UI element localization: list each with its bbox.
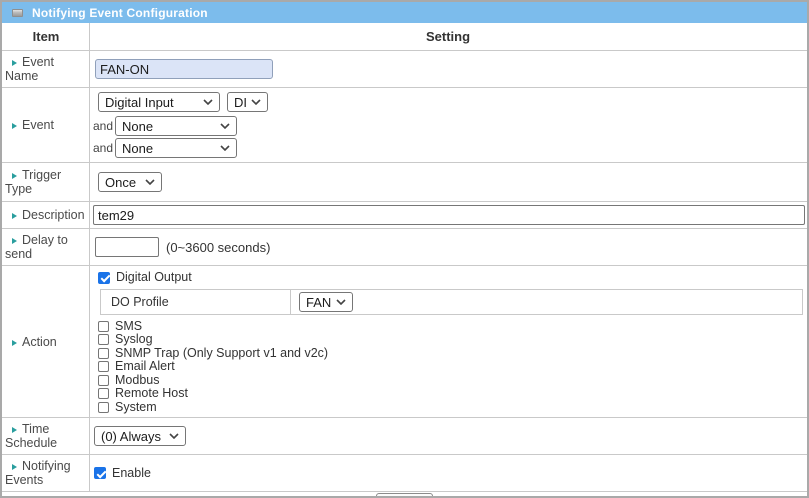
delay-hint: (0~3600 seconds) xyxy=(166,240,270,255)
system-checkbox[interactable] xyxy=(98,402,109,413)
row-notifying-events: Notifying Events Enable xyxy=(2,455,807,492)
column-header-setting: Setting xyxy=(426,29,470,44)
event-subtype-select[interactable]: DI xyxy=(227,92,268,112)
chevron-down-icon xyxy=(220,145,230,151)
save-row: Save xyxy=(2,492,807,498)
titlebar: Notifying Event Configuration xyxy=(2,2,807,23)
time-schedule-select[interactable]: (0) Always xyxy=(94,426,186,446)
row-time-schedule: Time Schedule (0) Always xyxy=(2,418,807,455)
event-type-select[interactable]: Digital Input xyxy=(98,92,220,112)
delay-label-cell: Delay to send xyxy=(2,229,90,265)
event-and2-select[interactable]: None xyxy=(115,138,237,158)
chevron-down-icon xyxy=(145,179,155,185)
action-label-cell: Action xyxy=(2,266,90,417)
event-name-input[interactable] xyxy=(95,59,273,79)
window-panel-icon xyxy=(12,9,23,17)
save-button[interactable]: Save xyxy=(376,493,434,498)
chevron-down-icon xyxy=(203,99,213,105)
column-header-item: Item xyxy=(33,29,60,44)
column-header-setting-cell: Setting xyxy=(90,23,807,50)
row-description: Description xyxy=(2,202,807,229)
row-event: Event Digital Input DI and None xyxy=(2,88,807,163)
bullet-arrow-icon xyxy=(12,427,17,433)
snmp-trap-checkbox-row[interactable]: SNMP Trap (Only Support v1 and v2c) xyxy=(98,346,803,360)
and-label: and xyxy=(93,119,115,133)
system-checkbox-row[interactable]: System xyxy=(98,400,803,414)
row-trigger-type: Trigger Type Once xyxy=(2,163,807,202)
bullet-arrow-icon xyxy=(12,60,17,66)
bullet-arrow-icon xyxy=(12,213,17,219)
chevron-down-icon xyxy=(336,299,346,305)
remote-host-checkbox-row[interactable]: Remote Host xyxy=(98,387,803,401)
do-profile-select[interactable]: FAN xyxy=(299,292,353,312)
enable-checkbox-row[interactable]: Enable xyxy=(94,467,803,480)
bullet-arrow-icon xyxy=(12,238,17,244)
modbus-checkbox[interactable] xyxy=(98,375,109,386)
trigger-type-label-cell: Trigger Type xyxy=(2,163,90,201)
bullet-arrow-icon xyxy=(12,340,17,346)
row-event-name: Event Name xyxy=(2,51,807,88)
event-label-cell: Event xyxy=(2,88,90,162)
snmp-trap-checkbox[interactable] xyxy=(98,348,109,359)
sms-checkbox-row[interactable]: SMS xyxy=(98,319,803,333)
event-and1-select[interactable]: None xyxy=(115,116,237,136)
modbus-checkbox-row[interactable]: Modbus xyxy=(98,373,803,387)
action-options-list: SMS Syslog SNMP Trap (Only Support v1 an… xyxy=(98,319,803,414)
digital-output-checkbox-row[interactable]: Digital Output xyxy=(98,269,803,286)
trigger-type-select[interactable]: Once xyxy=(98,172,162,192)
description-label: Description xyxy=(22,208,85,222)
email-alert-checkbox-row[interactable]: Email Alert xyxy=(98,360,803,374)
event-name-label-cell: Event Name xyxy=(2,51,90,87)
bullet-arrow-icon xyxy=(12,173,17,179)
event-label: Event xyxy=(22,118,54,132)
description-input[interactable] xyxy=(93,205,805,225)
remote-host-checkbox[interactable] xyxy=(98,388,109,399)
syslog-checkbox-row[interactable]: Syslog xyxy=(98,333,803,347)
do-profile-subtable: DO Profile FAN xyxy=(100,289,803,315)
delay-input[interactable] xyxy=(95,237,159,257)
enable-label: Enable xyxy=(112,467,151,480)
chevron-down-icon xyxy=(169,433,179,439)
table-header-row: Item Setting xyxy=(2,23,807,51)
notifying-events-label-cell: Notifying Events xyxy=(2,455,90,491)
row-delay-to-send: Delay to send (0~3600 seconds) xyxy=(2,229,807,266)
do-profile-label-cell: DO Profile xyxy=(101,290,291,314)
do-profile-select-cell: FAN xyxy=(291,290,802,314)
sms-checkbox[interactable] xyxy=(98,321,109,332)
window-title: Notifying Event Configuration xyxy=(32,6,208,20)
digital-output-checkbox[interactable] xyxy=(98,272,110,284)
email-alert-checkbox[interactable] xyxy=(98,361,109,372)
column-header-item-cell: Item xyxy=(2,23,90,50)
and-label: and xyxy=(93,141,115,155)
bullet-arrow-icon xyxy=(12,123,17,129)
description-label-cell: Description xyxy=(2,202,90,228)
syslog-checkbox[interactable] xyxy=(98,334,109,345)
digital-output-label: Digital Output xyxy=(116,271,192,284)
action-label: Action xyxy=(22,335,57,349)
time-schedule-label-cell: Time Schedule xyxy=(2,418,90,454)
enable-checkbox[interactable] xyxy=(94,467,106,479)
chevron-down-icon xyxy=(220,123,230,129)
chevron-down-icon xyxy=(251,99,261,105)
bullet-arrow-icon xyxy=(12,464,17,470)
notifying-event-configuration-window: Notifying Event Configuration Item Setti… xyxy=(0,0,809,498)
do-profile-label: DO Profile xyxy=(111,295,169,309)
row-action: Action Digital Output DO Profile FAN xyxy=(2,266,807,418)
